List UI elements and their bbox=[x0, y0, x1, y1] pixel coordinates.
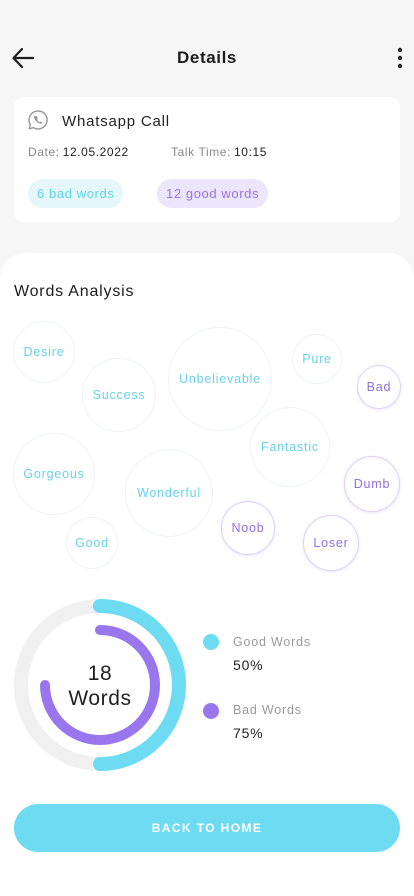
bad-words-percent: 75% bbox=[233, 725, 264, 741]
word-bubble-noob[interactable]: Noob bbox=[221, 501, 275, 555]
back-to-home-button[interactable]: BACK TO HOME bbox=[14, 804, 400, 852]
more-vertical-icon bbox=[397, 47, 403, 69]
section-title: Words Analysis bbox=[14, 283, 135, 300]
call-info-card: Whatsapp Call Date: 12.05.2022 Talk Time:… bbox=[14, 97, 400, 222]
word-bubble-unbelievable[interactable]: Unbelievable bbox=[168, 327, 272, 431]
word-bubble-gorgeous[interactable]: Gorgeous bbox=[13, 433, 95, 515]
details-screen: Details Whatsapp Call Date: 12.05.2022 Ta… bbox=[0, 0, 414, 896]
more-options-button[interactable] bbox=[392, 44, 408, 72]
call-title: Whatsapp Call bbox=[62, 113, 170, 130]
word-bubble-fantastic[interactable]: Fantastic bbox=[250, 407, 330, 487]
good-words-chip[interactable]: 12 good words bbox=[157, 179, 269, 208]
word-bubble-pure[interactable]: Pure bbox=[292, 334, 342, 384]
date-label: Date: bbox=[28, 145, 60, 159]
word-bubble-desire[interactable]: Desire bbox=[13, 321, 75, 383]
good-words-percent: 50% bbox=[233, 657, 264, 673]
whatsapp-icon bbox=[28, 110, 48, 130]
total-words-label: Words bbox=[68, 687, 132, 710]
page-title: Details bbox=[177, 48, 237, 67]
word-bubble-bad[interactable]: Bad bbox=[357, 365, 401, 409]
call-talk-time: Talk Time: 10:15 bbox=[171, 145, 267, 159]
good-words-legend-label: Good Words bbox=[233, 635, 311, 649]
word-bubble-good[interactable]: Good bbox=[66, 517, 118, 569]
word-bubble-dumb[interactable]: Dumb bbox=[344, 456, 400, 512]
words-analysis-sheet: Words Analysis Desire Success Unbelievable… bbox=[0, 253, 414, 896]
bad-words-chip[interactable]: 6 bad words bbox=[28, 179, 124, 208]
word-bubble-success[interactable]: Success bbox=[82, 358, 156, 432]
word-bubble-loser[interactable]: Loser bbox=[303, 515, 359, 571]
bad-words-legend-dot bbox=[203, 703, 219, 719]
bad-words-legend-label: Bad Words bbox=[233, 703, 302, 717]
total-words-number: 18 bbox=[87, 662, 113, 685]
date-value: 12.05.2022 bbox=[62, 145, 129, 159]
talk-time-label: Talk Time: bbox=[171, 145, 232, 159]
good-words-legend-dot bbox=[203, 634, 219, 650]
call-date: Date: 12.05.2022 bbox=[28, 145, 129, 159]
talk-time-value: 10:15 bbox=[234, 145, 268, 159]
word-bubble-wonderful[interactable]: Wonderful bbox=[125, 449, 213, 537]
